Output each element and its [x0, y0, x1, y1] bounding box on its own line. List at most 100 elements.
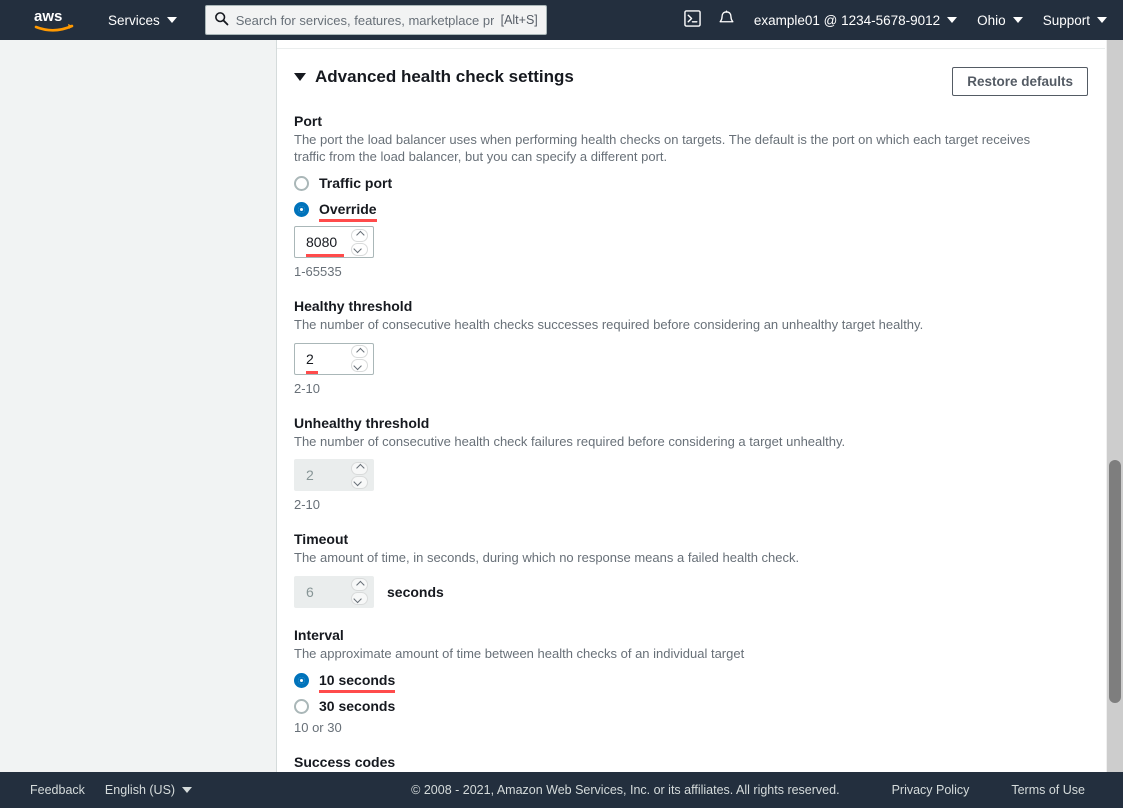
chevron-up-icon: [356, 580, 365, 589]
services-menu-label: Services: [108, 12, 160, 28]
interval-option-30-seconds-label: 30 seconds: [319, 698, 396, 714]
vertical-scrollbar[interactable]: [1106, 40, 1123, 772]
timeout-value: 6: [306, 583, 314, 600]
interval-constraint: 10 or 30: [294, 720, 342, 735]
chevron-down-icon: [1097, 17, 1107, 23]
timeout-spinner-up: [350, 578, 368, 591]
account-menu[interactable]: example01 @ 1234-5678-9012: [744, 0, 967, 40]
interval-option-10-seconds[interactable]: 10 seconds: [294, 672, 1088, 693]
port-spinner-down[interactable]: [350, 242, 368, 256]
field-success-codes: Success codes The HTTP codes to use when…: [294, 753, 1088, 772]
bell-icon: [718, 10, 735, 31]
interval-option-30-seconds[interactable]: 30 seconds: [294, 698, 1088, 714]
port-spinner[interactable]: [348, 227, 370, 257]
search-icon: [214, 11, 229, 29]
chevron-down-icon: [182, 787, 193, 793]
notifications-button[interactable]: [710, 0, 744, 40]
privacy-policy-link[interactable]: Privacy Policy: [874, 783, 988, 797]
port-option-traffic-port[interactable]: Traffic port: [294, 175, 1088, 191]
page-body: Advanced health check settings Restore d…: [0, 40, 1123, 808]
healthy-threshold-spinner-up[interactable]: [350, 345, 368, 358]
search-input[interactable]: [235, 12, 494, 28]
unhealthy-threshold-label: Unhealthy threshold: [294, 414, 430, 431]
unhealthy-threshold-spinner: [348, 460, 370, 490]
port-option-override-label: Override: [319, 201, 377, 222]
radio-icon-selected: [294, 672, 309, 688]
language-selector-label: English (US): [104, 783, 176, 797]
scrollbar-thumb[interactable]: [1109, 460, 1121, 703]
unhealthy-threshold-number-input: 2: [294, 459, 374, 491]
healthy-threshold-spinner[interactable]: [348, 344, 370, 374]
region-menu[interactable]: Ohio: [967, 0, 1033, 40]
left-pane: [0, 40, 277, 772]
chevron-down-icon: [947, 17, 958, 23]
healthy-threshold-value-text: 2: [306, 350, 314, 367]
port-description: The port the load balancer uses when per…: [294, 132, 1031, 164]
section-title-label: Advanced health check settings: [315, 67, 574, 86]
chevron-up-icon: [356, 347, 365, 356]
page-footer: Feedback English (US) © 2008 - 2021, Ama…: [0, 772, 1123, 808]
radio-icon: [294, 175, 309, 191]
port-constraint: 1-65535: [294, 264, 342, 279]
copyright-text: © 2008 - 2021, Amazon Web Services, Inc.…: [411, 783, 840, 797]
feedback-link[interactable]: Feedback: [20, 783, 95, 797]
timeout-unit-label: seconds: [387, 583, 444, 600]
global-search[interactable]: [Alt+S]: [204, 5, 547, 35]
radio-icon-selected: [294, 201, 309, 217]
advanced-health-check-settings-toggle[interactable]: Advanced health check settings: [294, 67, 574, 87]
chevron-down-icon: [166, 17, 177, 23]
healthy-threshold-description: The number of consecutive health checks …: [294, 317, 924, 332]
chevron-down-icon: [1012, 17, 1023, 23]
unhealthy-threshold-spinner-down: [350, 475, 368, 489]
healthy-threshold-value-highlight: [306, 370, 318, 374]
field-healthy-threshold: Healthy threshold The number of consecut…: [294, 297, 1088, 396]
language-selector[interactable]: English (US): [95, 783, 202, 797]
svg-text:aws: aws: [34, 8, 62, 25]
footer-left-group: Feedback English (US): [0, 783, 202, 797]
top-nav-right-group: example01 @ 1234-5678-9012 Ohio Support: [676, 0, 1123, 40]
chevron-down-icon: [353, 477, 362, 487]
port-value-text: 8080: [306, 234, 338, 250]
health-check-settings-panel: Advanced health check settings Restore d…: [277, 40, 1106, 772]
terms-of-use-link[interactable]: Terms of Use: [993, 783, 1103, 797]
interval-description: The approximate amount of time between h…: [294, 645, 745, 661]
account-menu-label: example01 @ 1234-5678-9012: [753, 12, 941, 28]
unhealthy-threshold-constraint: 2-10: [294, 497, 321, 512]
services-menu[interactable]: Services: [98, 0, 187, 40]
unhealthy-threshold-spinner-up: [350, 461, 368, 475]
healthy-threshold-number-input[interactable]: 2: [294, 342, 374, 375]
field-timeout: Timeout The amount of time, in seconds, …: [294, 530, 1088, 608]
port-value-highlight: [306, 254, 344, 257]
healthy-threshold-spinner-down[interactable]: [350, 359, 368, 372]
port-option-override[interactable]: Override: [294, 201, 1088, 222]
port-label: Port: [294, 113, 322, 129]
interval-label: Interval: [294, 626, 344, 643]
radio-icon: [294, 698, 309, 714]
chevron-up-icon: [356, 230, 365, 240]
timeout-description: The amount of time, in seconds, during w…: [294, 550, 800, 565]
search-shortcut-hint: [Alt+S]: [500, 13, 538, 27]
cloudshell-button[interactable]: [676, 0, 710, 40]
field-port: Port The port the load balancer uses whe…: [294, 112, 1088, 279]
healthy-threshold-constraint: 2-10: [294, 380, 321, 396]
field-unhealthy-threshold: Unhealthy threshold The number of consec…: [294, 414, 1088, 512]
port-number-input[interactable]: 8080: [294, 226, 374, 258]
timeout-row: 6 seconds: [294, 567, 1088, 608]
chevron-down-icon: [353, 594, 362, 603]
port-option-traffic-port-label: Traffic port: [319, 175, 393, 191]
healthy-threshold-label: Healthy threshold: [294, 298, 413, 314]
region-menu-label: Ohio: [977, 12, 1006, 28]
unhealthy-threshold-description: The number of consecutive health check f…: [294, 433, 846, 449]
port-spinner-up[interactable]: [350, 228, 368, 242]
timeout-spinner: [348, 577, 370, 607]
restore-defaults-button[interactable]: Restore defaults: [952, 67, 1088, 96]
section-header: Advanced health check settings Restore d…: [294, 49, 1088, 96]
support-menu-label: Support: [1042, 12, 1090, 28]
footer-right-group: © 2008 - 2021, Amazon Web Services, Inc.…: [411, 783, 1123, 797]
support-menu[interactable]: Support: [1033, 0, 1117, 40]
top-navigation-bar: aws Services [Alt+S]: [0, 0, 1123, 40]
aws-logo-icon[interactable]: aws: [34, 7, 74, 33]
chevron-down-icon: [353, 244, 362, 254]
triangle-down-icon: [294, 73, 306, 81]
field-interval: Interval The approximate amount of time …: [294, 626, 1088, 735]
